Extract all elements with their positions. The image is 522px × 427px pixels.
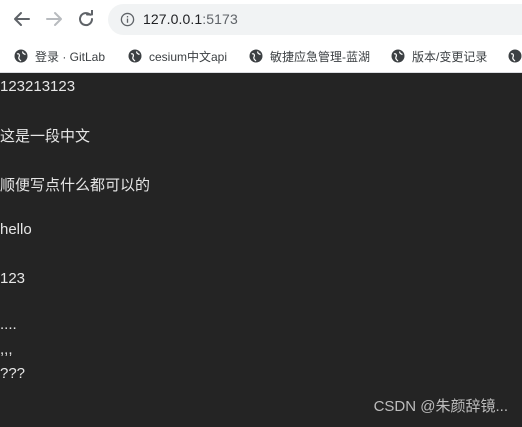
- globe-icon: [249, 49, 263, 63]
- text-line: 123: [0, 270, 26, 287]
- text-line: 顺便写点什么都可以的: [0, 177, 151, 194]
- reload-icon: [79, 10, 94, 27]
- text-line: ???: [0, 365, 26, 382]
- bookmark-overflow[interactable]: [508, 47, 522, 65]
- page-content: 123213123 这是一段中文 顺便写点什么都可以的 hello 123 ..…: [0, 73, 522, 427]
- bookmark-label: cesium中文api: [149, 49, 228, 64]
- url-host: 127.0.0.1: [143, 11, 203, 27]
- arrow-right-icon: [46, 12, 62, 26]
- bookmark-label: 敏捷应急管理-蓝湖: [270, 49, 370, 64]
- url-port: :5173: [202, 11, 238, 27]
- text-line: hello: [0, 221, 32, 238]
- bookmark-label: 版本/变更记录: [412, 49, 488, 64]
- globe-icon: [14, 49, 28, 63]
- bookmark-cesium[interactable]: cesium中文api: [128, 47, 227, 65]
- text-line: 这是一段中文: [0, 128, 91, 145]
- info-icon[interactable]: [120, 12, 135, 27]
- watermark: CSDN @朱颜辞镜...: [373, 398, 508, 415]
- text-line: 123213123: [0, 78, 76, 95]
- globe-icon: [128, 49, 142, 63]
- address-bar[interactable]: 127.0.0.1:5173: [108, 4, 522, 35]
- globe-icon: [508, 49, 522, 63]
- text-line: ,,,: [0, 341, 13, 358]
- text-line: ....: [0, 316, 17, 333]
- url-text[interactable]: 127.0.0.1:5173: [143, 11, 238, 27]
- globe-icon: [391, 49, 405, 63]
- bookmark-label: 登录 · GitLab: [35, 49, 106, 64]
- forward-button[interactable]: [44, 9, 64, 29]
- browser-chrome: 127.0.0.1:5173 登录 · GitLab cesium中文api 敏…: [0, 0, 522, 73]
- bookmark-changelog[interactable]: 版本/变更记录: [391, 47, 487, 65]
- arrow-left-icon: [14, 12, 30, 26]
- bookmark-gitlab[interactable]: 登录 · GitLab: [14, 47, 105, 65]
- bookmark-lanhu[interactable]: 敏捷应急管理-蓝湖: [249, 47, 370, 65]
- browser-toolbar: 127.0.0.1:5173: [0, 0, 522, 38]
- back-button[interactable]: [12, 9, 32, 29]
- reload-button[interactable]: [76, 9, 96, 29]
- bookmarks-bar: 登录 · GitLab cesium中文api 敏捷应急管理-蓝湖 版本/变更记…: [0, 40, 522, 72]
